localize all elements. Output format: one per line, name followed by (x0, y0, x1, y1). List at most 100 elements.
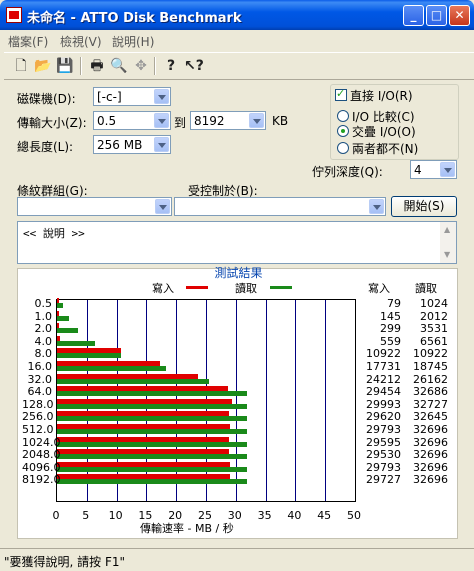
read-value: 32696 (413, 448, 448, 462)
context-help-icon[interactable]: ↖? (184, 57, 204, 75)
x-tick-label: 5 (82, 509, 90, 522)
controlled-by-select[interactable] (174, 197, 386, 216)
write-value: 29530 (366, 448, 401, 462)
chevron-down-icon[interactable] (155, 199, 170, 214)
io-neither-label[interactable]: 兩者都不(N) (352, 140, 418, 157)
chevron-down-icon[interactable] (154, 89, 169, 104)
grid-line (295, 300, 297, 501)
menu-view[interactable]: 檢視(V) (60, 33, 102, 50)
column-write-header: 寫入 (368, 282, 390, 295)
stripe-group-select[interactable] (17, 197, 172, 216)
write-value: 29793 (366, 423, 401, 436)
description-scrollbar[interactable]: ▲ ▼ (440, 222, 456, 263)
read-bar (57, 429, 248, 434)
chevron-down-icon[interactable] (154, 113, 169, 128)
read-value: 10922 (413, 347, 448, 361)
read-value: 32686 (413, 385, 448, 399)
x-tick-label: 35 (257, 509, 272, 522)
write-value: 24212 (366, 372, 401, 386)
transfer-to-label: 到 (174, 116, 187, 130)
chevron-down-icon[interactable] (440, 162, 455, 177)
description-box[interactable]: << 說明 >> ▲ ▼ (17, 221, 457, 264)
read-value: 32645 (413, 410, 448, 424)
read-bar (57, 378, 210, 384)
status-bar: "要獲得說明, 請按 F1" (0, 548, 474, 571)
chevron-down-icon[interactable] (154, 137, 169, 152)
queue-depth-label: 佇列深度(Q): (312, 165, 383, 179)
x-tick-label: 50 (347, 509, 361, 522)
io-overlap-label[interactable]: 交疊 I/O(O) (352, 123, 416, 140)
row-label: 0.5 (34, 297, 53, 310)
menu-bar: 檔案(F) 檢視(V) 說明(H) (0, 30, 474, 50)
read-bar (57, 315, 69, 321)
transfer-unit-label: KB (272, 114, 289, 128)
total-length-select[interactable]: 256 MB (93, 135, 171, 154)
toolbar-separator (154, 57, 156, 75)
print-preview-icon[interactable]: 🔍 (110, 57, 128, 75)
io-compare-radio[interactable] (337, 110, 349, 122)
row-label: 64.0 (27, 385, 53, 399)
menu-file[interactable]: 檔案(F) (8, 33, 48, 50)
read-bar (57, 454, 248, 460)
chart-area (56, 298, 356, 502)
read-value: 32727 (413, 397, 448, 411)
write-value: 29793 (366, 460, 401, 474)
grid-line (325, 300, 327, 501)
scroll-up-icon[interactable]: ▲ (444, 225, 450, 234)
row-label: 8192.0 (22, 473, 61, 487)
open-icon[interactable]: 📂 (34, 57, 52, 75)
read-value: 32696 (413, 435, 448, 449)
help-icon[interactable]: ? (162, 57, 180, 75)
io-overlap-radio[interactable] (337, 125, 349, 137)
read-bar (57, 303, 63, 308)
read-value: 6561 (420, 334, 448, 348)
write-value: 29454 (366, 385, 401, 399)
legend-write-label: 寫入 (152, 282, 174, 295)
io-neither-radio[interactable] (337, 142, 349, 154)
read-value: 32696 (413, 473, 448, 487)
row-label: 4096.0 (22, 460, 61, 474)
column-read-header: 讀取 (415, 282, 437, 295)
new-icon[interactable]: 🗋 (12, 57, 30, 75)
read-value: 18745 (413, 360, 448, 373)
transfer-from-select[interactable]: 0.5 (93, 111, 171, 130)
grid-line (265, 300, 267, 501)
row-label: 1.0 (34, 309, 53, 323)
x-axis-label: 傳輸速率 - MB / 秒 (140, 522, 234, 535)
read-bar (57, 328, 78, 334)
scroll-down-icon[interactable]: ▼ (444, 250, 450, 259)
write-value: 29993 (366, 397, 401, 411)
transfer-to-select[interactable]: 8192 (190, 111, 266, 130)
queue-depth-value: 4 (414, 163, 422, 177)
chevron-down-icon[interactable] (369, 199, 384, 214)
x-tick-label: 0 (52, 509, 60, 522)
queue-depth-select[interactable]: 4 (410, 160, 457, 179)
row-label: 1024.0 (22, 435, 61, 449)
x-tick-label: 30 (227, 509, 242, 522)
title-bar[interactable]: 未命名 - ATTO Disk Benchmark _ □ ✕ (0, 0, 474, 30)
maximize-button[interactable]: □ (426, 5, 447, 26)
x-tick-label: 45 (317, 509, 332, 522)
window-title: 未命名 - ATTO Disk Benchmark (27, 11, 242, 26)
x-tick-label: 40 (287, 509, 302, 522)
toolbar: 🗋 📂 💾 🖶 🔍 ✥ ? ↖? (4, 52, 474, 80)
drive-select[interactable]: [-c-] (93, 87, 171, 106)
read-bar (57, 479, 248, 485)
start-button[interactable]: 開始(S) (391, 196, 457, 217)
row-label: 2048.0 (22, 448, 61, 462)
chevron-down-icon[interactable] (249, 113, 264, 128)
read-bar (57, 416, 247, 422)
close-button[interactable]: ✕ (449, 5, 470, 26)
menu-help[interactable]: 說明(H) (112, 33, 154, 50)
status-text: "要獲得說明, 請按 F1" (4, 555, 126, 569)
print-icon[interactable]: 🖶 (88, 57, 106, 75)
write-value: 29595 (366, 435, 401, 449)
move-icon[interactable]: ✥ (132, 57, 150, 75)
write-value: 559 (380, 334, 401, 348)
x-tick-label: 25 (198, 509, 212, 522)
minimize-button[interactable]: _ (403, 5, 424, 26)
app-icon[interactable] (6, 7, 22, 23)
save-icon[interactable]: 💾 (56, 57, 74, 75)
write-value: 299 (380, 322, 401, 336)
read-value: 32696 (413, 423, 448, 436)
